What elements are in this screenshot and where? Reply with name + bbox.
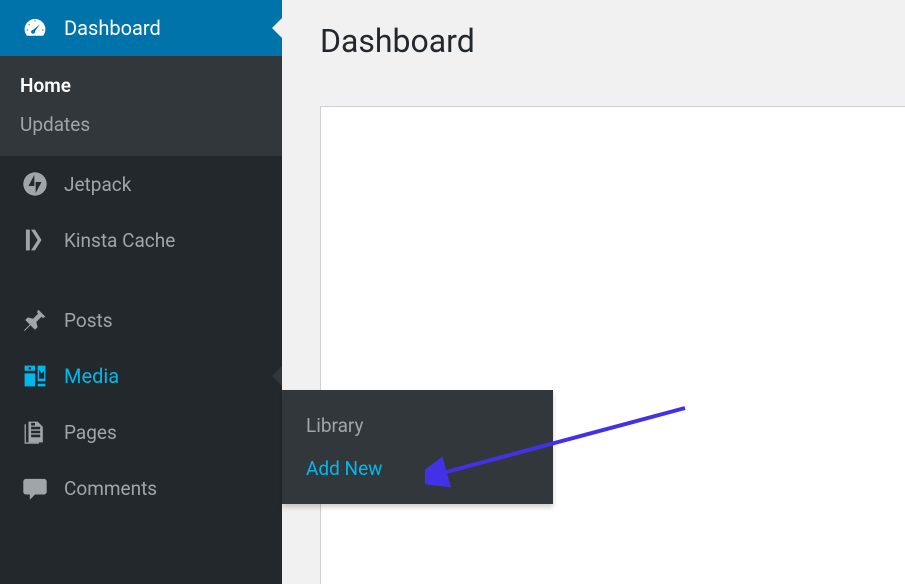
- sidebar-item-comments[interactable]: Comments: [0, 460, 282, 516]
- pin-icon: [20, 305, 50, 335]
- sidebar-item-label: Media: [64, 364, 119, 388]
- media-flyout-menu: Library Add New: [282, 390, 553, 504]
- page-title: Dashboard: [282, 0, 905, 84]
- comments-icon: [20, 473, 50, 503]
- flyout-item-add-new[interactable]: Add New: [282, 447, 553, 490]
- media-icon: [20, 361, 50, 391]
- pages-icon: [20, 417, 50, 447]
- submenu-item-updates[interactable]: Updates: [0, 105, 282, 144]
- sidebar-item-jetpack[interactable]: Jetpack: [0, 156, 282, 212]
- dashboard-icon: [20, 13, 50, 43]
- sidebar-item-kinsta-cache[interactable]: Kinsta Cache: [0, 212, 282, 268]
- kinsta-icon: [20, 225, 50, 255]
- sidebar-item-label: Posts: [64, 309, 113, 332]
- sidebar-item-label: Kinsta Cache: [64, 229, 175, 252]
- sidebar-separator: [0, 272, 282, 288]
- sidebar-item-label: Jetpack: [64, 173, 131, 196]
- sidebar-item-dashboard[interactable]: Dashboard: [0, 0, 282, 56]
- sidebar-item-label: Pages: [64, 421, 117, 444]
- submenu-item-home[interactable]: Home: [0, 66, 282, 105]
- admin-sidebar: Dashboard Home Updates Jetpack Kinsta Ca…: [0, 0, 282, 584]
- content-panel: [320, 106, 905, 584]
- sidebar-item-posts[interactable]: Posts: [0, 292, 282, 348]
- flyout-item-library[interactable]: Library: [282, 404, 553, 447]
- sidebar-item-media[interactable]: Media: [0, 348, 282, 404]
- sidebar-item-label: Comments: [64, 477, 157, 500]
- sidebar-item-label: Dashboard: [64, 16, 161, 40]
- jetpack-icon: [20, 169, 50, 199]
- dashboard-submenu: Home Updates: [0, 56, 282, 156]
- sidebar-item-pages[interactable]: Pages: [0, 404, 282, 460]
